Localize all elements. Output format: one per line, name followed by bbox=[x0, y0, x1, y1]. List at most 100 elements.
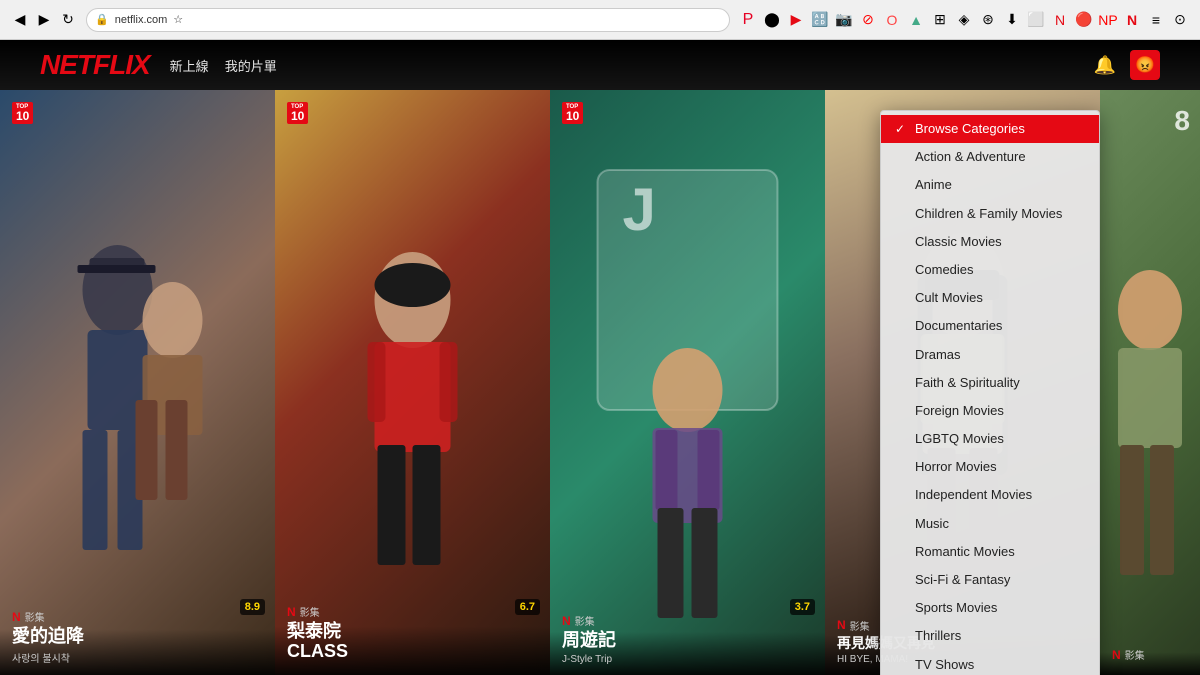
dropdown-label-tv-shows: TV Shows bbox=[915, 656, 974, 674]
address-bar[interactable]: 🔒 netflix.com ☆ bbox=[86, 8, 730, 32]
address-text: netflix.com bbox=[115, 14, 168, 26]
series-label-5: 影集 bbox=[1125, 647, 1145, 662]
ext-icon-9[interactable]: ◈ bbox=[954, 10, 974, 30]
ext-icon-13[interactable]: N bbox=[1050, 10, 1070, 30]
dropdown-label-action: Action & Adventure bbox=[915, 148, 1026, 166]
dropdown-item-romantic[interactable]: Romantic Movies bbox=[881, 538, 1099, 566]
dropdown-item-independent[interactable]: Independent Movies bbox=[881, 481, 1099, 509]
dropdown-item-browse-categories[interactable]: ✓ Browse Categories bbox=[881, 115, 1099, 143]
dropdown-item-lgbtq[interactable]: LGBTQ Movies bbox=[881, 425, 1099, 453]
dropdown-item-sports[interactable]: Sports Movies bbox=[881, 594, 1099, 622]
dropdown-label-horror: Horror Movies bbox=[915, 458, 997, 476]
dropdown-label-documentaries: Documentaries bbox=[915, 317, 1002, 335]
star-icon[interactable]: ☆ bbox=[173, 13, 183, 26]
top10-badge-2: TOP 10 bbox=[287, 102, 308, 124]
card-2-bg bbox=[275, 90, 550, 675]
browser-toolbar-right: P ⬤ ▶ 🔠 📷 ⊘ O ▲ ⊞ ◈ ⊛ ⬇ ⬜ N 🔴 NP N ≡ ⊙ bbox=[738, 10, 1190, 30]
n-logo-2: N bbox=[287, 605, 296, 619]
card-overlay-1: N 影集 愛的迫降 사랑의 불시착 bbox=[0, 599, 275, 675]
dropdown-label-music: Music bbox=[915, 515, 949, 533]
ext-icon-17[interactable]: ≡ bbox=[1146, 10, 1166, 30]
dropdown-item-documentaries[interactable]: Documentaries bbox=[881, 312, 1099, 340]
main-content: TOP 10 8.9 N 影集 愛的迫降 사랑의 불시착 bbox=[0, 90, 1200, 675]
card-title-3: 周遊記 bbox=[562, 631, 813, 651]
card-1-illustration bbox=[0, 90, 275, 675]
dropdown-label-foreign: Foreign Movies bbox=[915, 402, 1004, 420]
ext-icon-7[interactable]: ▲ bbox=[906, 10, 926, 30]
bell-icon[interactable]: 🔔 bbox=[1094, 55, 1116, 76]
num-badge-5: 8 bbox=[1174, 105, 1190, 137]
netflix-logo[interactable]: NETFLIX bbox=[40, 49, 150, 81]
nav-new-release[interactable]: 新上線 bbox=[170, 56, 209, 75]
dropdown-item-music[interactable]: Music bbox=[881, 510, 1099, 538]
card-3-bg: J bbox=[550, 90, 825, 675]
svg-text:J: J bbox=[623, 176, 656, 243]
dropdown-item-children-family[interactable]: Children & Family Movies bbox=[881, 200, 1099, 228]
nav-items: 新上線 我的片單 bbox=[170, 56, 277, 75]
dropdown-item-cult-movies[interactable]: Cult Movies bbox=[881, 284, 1099, 312]
series-label-3: 影集 bbox=[575, 613, 595, 628]
dropdown-item-faith[interactable]: Faith & Spirituality bbox=[881, 369, 1099, 397]
ext-icon-18[interactable]: ⊙ bbox=[1170, 10, 1190, 30]
ext-icon-5[interactable]: ⊘ bbox=[858, 10, 878, 30]
back-icon[interactable]: ◀ bbox=[10, 10, 30, 30]
movie-card-3[interactable]: J TOP 10 3.7 N 影集 bbox=[550, 90, 825, 675]
top10-badge-1: TOP 10 bbox=[12, 102, 33, 124]
browser-chrome: ◀ ▶ ↻ 🔒 netflix.com ☆ P ⬤ ▶ 🔠 📷 ⊘ O ▲ ⊞ … bbox=[0, 0, 1200, 40]
header-right: 🔔 😡 bbox=[1094, 50, 1160, 80]
card-1-bg bbox=[0, 90, 275, 675]
netflix-tag-5: N 影集 bbox=[1112, 647, 1188, 662]
nav-my-list[interactable]: 我的片單 bbox=[225, 56, 277, 75]
ext-icon-8[interactable]: ⊞ bbox=[930, 10, 950, 30]
ext-icon-12[interactable]: ⬜ bbox=[1026, 10, 1046, 30]
dropdown-item-action-adventure[interactable]: Action & Adventure bbox=[881, 143, 1099, 171]
check-icon: ✓ bbox=[895, 121, 909, 138]
top10-badge-3: TOP 10 bbox=[562, 102, 583, 124]
ext-icon-10[interactable]: ⊛ bbox=[978, 10, 998, 30]
ext-icon-15[interactable]: NP bbox=[1098, 10, 1118, 30]
movie-card-2[interactable]: TOP 10 6.7 N 影集 梨泰院CLASS bbox=[275, 90, 550, 675]
ext-icon-1[interactable]: ⬤ bbox=[762, 10, 782, 30]
dropdown-item-anime[interactable]: Anime bbox=[881, 171, 1099, 199]
ext-icon-11[interactable]: ⬇ bbox=[1002, 10, 1022, 30]
netflix-tag-1: N 影集 bbox=[12, 609, 263, 624]
n-logo-4: N bbox=[837, 618, 846, 632]
ext-icon-3[interactable]: 🔠 bbox=[810, 10, 830, 30]
dropdown-label-cult: Cult Movies bbox=[915, 289, 983, 307]
ext-icon-6[interactable]: O bbox=[882, 10, 902, 30]
dropdown-item-comedies[interactable]: Comedies bbox=[881, 256, 1099, 284]
series-label-2: 影集 bbox=[300, 604, 320, 619]
refresh-icon[interactable]: ↻ bbox=[58, 10, 78, 30]
ext-icon-16[interactable]: N bbox=[1122, 10, 1142, 30]
dropdown-label-thrillers: Thrillers bbox=[915, 627, 961, 645]
netflix-tag-2: N 影集 bbox=[287, 604, 538, 619]
ext-icon-2[interactable]: ▶ bbox=[786, 10, 806, 30]
dropdown-label-romantic: Romantic Movies bbox=[915, 543, 1015, 561]
dropdown-item-thrillers[interactable]: Thrillers bbox=[881, 622, 1099, 650]
dropdown-item-foreign[interactable]: Foreign Movies bbox=[881, 397, 1099, 425]
card-title-2: 梨泰院CLASS bbox=[287, 622, 538, 662]
ext-icon-14[interactable]: 🔴 bbox=[1074, 10, 1094, 30]
card-subtitle-1: 사랑의 불시착 bbox=[12, 650, 263, 665]
dropdown-label-faith: Faith & Spirituality bbox=[915, 374, 1020, 392]
movie-card-5[interactable]: 8 N 影集 bbox=[1100, 90, 1200, 675]
dropdown-item-tv-shows[interactable]: TV Shows bbox=[881, 651, 1099, 675]
ext-pinterest-icon[interactable]: P bbox=[738, 10, 758, 30]
browser-toolbar-left: ◀ ▶ ↻ bbox=[10, 10, 78, 30]
forward-icon[interactable]: ▶ bbox=[34, 10, 54, 30]
dropdown-label-scifi: Sci-Fi & Fantasy bbox=[915, 571, 1010, 589]
movie-card-1[interactable]: TOP 10 8.9 N 影集 愛的迫降 사랑의 불시착 bbox=[0, 90, 275, 675]
card-subtitle-3: J-Style Trip bbox=[562, 654, 813, 665]
card-3-illustration: J bbox=[550, 90, 825, 675]
dropdown-item-horror[interactable]: Horror Movies bbox=[881, 453, 1099, 481]
ext-icon-4[interactable]: 📷 bbox=[834, 10, 854, 30]
series-label-1: 影集 bbox=[25, 609, 45, 624]
card-2-illustration bbox=[275, 90, 550, 675]
dropdown-label-independent: Independent Movies bbox=[915, 486, 1032, 504]
n-logo-3: N bbox=[562, 614, 571, 628]
user-avatar[interactable]: 😡 bbox=[1130, 50, 1160, 80]
dropdown-item-dramas[interactable]: Dramas bbox=[881, 341, 1099, 369]
dropdown-item-classic-movies[interactable]: Classic Movies bbox=[881, 228, 1099, 256]
dropdown-item-scifi[interactable]: Sci-Fi & Fantasy bbox=[881, 566, 1099, 594]
dropdown-label-comedies: Comedies bbox=[915, 261, 974, 279]
